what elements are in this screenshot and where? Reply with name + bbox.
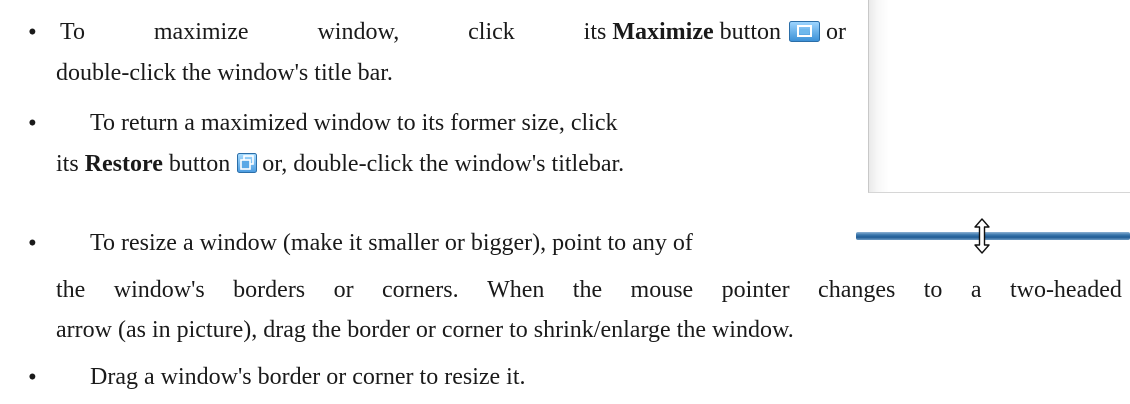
maximize-icon xyxy=(789,21,820,42)
window-panel xyxy=(868,0,1130,193)
word: or xyxy=(333,277,354,303)
maximize-term: Maximize xyxy=(612,19,714,45)
restore-term: Restore xyxy=(84,151,163,177)
word: When xyxy=(487,277,545,303)
word: To xyxy=(60,19,85,45)
bullet-4-line-1: Drag a window's border or corner to resi… xyxy=(90,364,526,390)
word: button xyxy=(719,19,781,45)
bullet-4-marker: • xyxy=(28,364,37,391)
bullet-3-line-3: arrow (as in picture), drag the border o… xyxy=(56,317,794,343)
bullet-1-line-2: double-click the window's title bar. xyxy=(56,60,393,86)
bullet-3-marker: • xyxy=(28,230,37,257)
word: changes xyxy=(818,277,896,303)
word: or, double-click the window's titlebar. xyxy=(262,151,625,177)
word: button xyxy=(168,151,231,177)
word: to xyxy=(923,277,943,303)
bullet-3-line-1: To resize a window (make it smaller or b… xyxy=(90,230,693,256)
word: two-headed xyxy=(1009,277,1122,303)
word: the xyxy=(572,277,603,303)
word: or xyxy=(826,19,846,45)
double-arrow-vertical-icon xyxy=(974,218,990,254)
document-page: • To maximize window, click its Maximize… xyxy=(0,0,1130,404)
word: maximize xyxy=(153,19,249,45)
word: its xyxy=(583,19,607,45)
bullet-2-line-2: its Restore button or, double-click the … xyxy=(56,152,624,176)
word: a xyxy=(970,277,982,303)
bullet-2-marker: • xyxy=(28,110,37,137)
restore-icon xyxy=(237,153,258,173)
word: mouse xyxy=(630,277,694,303)
word: window, xyxy=(317,19,400,45)
bullet-1-marker: • xyxy=(28,19,37,46)
word: borders xyxy=(233,277,306,303)
window-border-illustration xyxy=(856,0,1130,272)
word: window's xyxy=(113,277,205,303)
bullet-1-line-1: To maximize window, click its Maximize b… xyxy=(56,20,846,44)
bullet-2-line-1: To return a maximized window to its form… xyxy=(90,110,618,136)
bullet-1-tail: its Maximize button or xyxy=(584,20,846,44)
bullet-3-line-2: the window's borders or corners. When th… xyxy=(56,278,1122,302)
window-border-bar xyxy=(856,232,1130,240)
word: corners. xyxy=(382,277,459,303)
word: pointer xyxy=(721,277,790,303)
word: its xyxy=(56,151,79,177)
word: click xyxy=(468,19,515,45)
word: the xyxy=(56,277,86,303)
